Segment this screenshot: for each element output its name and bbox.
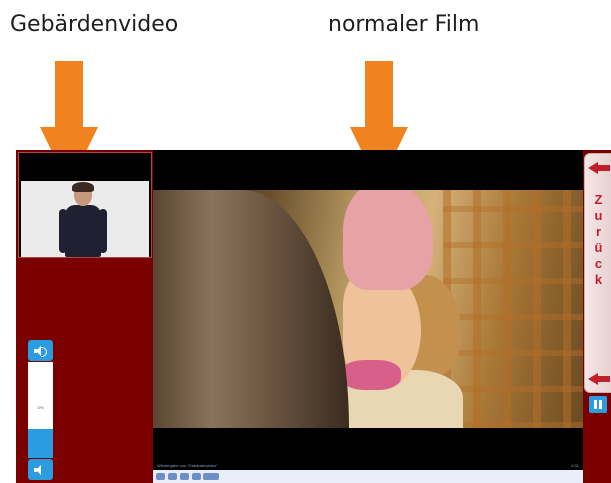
pause-button[interactable] bbox=[589, 396, 607, 413]
back-button[interactable]: Z u r ü c k bbox=[584, 153, 611, 393]
video-status-bar: Wiedergabe von "Gebärdenvideo" 0:31 bbox=[153, 462, 583, 470]
sign-video-frame bbox=[21, 181, 149, 257]
timeline-slider[interactable] bbox=[203, 473, 219, 480]
film-caption: normaler Film bbox=[328, 12, 480, 37]
volume-slider[interactable]: 0% bbox=[28, 362, 53, 458]
back-arrow-icon bbox=[588, 373, 610, 385]
play-icon[interactable] bbox=[156, 473, 165, 480]
film-frame bbox=[153, 190, 583, 428]
volume-up-button[interactable] bbox=[28, 340, 53, 361]
volume-down-button[interactable] bbox=[28, 459, 53, 480]
status-text: Wiedergabe von "Gebärdenvideo" bbox=[157, 463, 218, 468]
speaker-icon bbox=[34, 346, 47, 357]
back-label: Z u r ü c k bbox=[594, 192, 603, 287]
prev-icon[interactable] bbox=[180, 473, 189, 480]
sign-language-video[interactable] bbox=[18, 152, 152, 258]
speaker-icon bbox=[34, 465, 46, 475]
sign-video-caption: Gebärdenvideo bbox=[10, 12, 179, 37]
back-arrow-icon bbox=[588, 162, 610, 174]
volume-fill bbox=[28, 429, 53, 458]
player-toolbar bbox=[153, 470, 583, 483]
next-icon[interactable] bbox=[192, 473, 201, 480]
main-film-video[interactable]: Wiedergabe von "Gebärdenvideo" 0:31 bbox=[153, 150, 583, 483]
stop-icon[interactable] bbox=[168, 473, 177, 480]
volume-label: 0% bbox=[37, 405, 44, 410]
player-window: 0% Wiedergabe von "Gebärdenvideo" 0:31 Z… bbox=[16, 150, 611, 483]
status-time: 0:31 bbox=[571, 463, 579, 468]
